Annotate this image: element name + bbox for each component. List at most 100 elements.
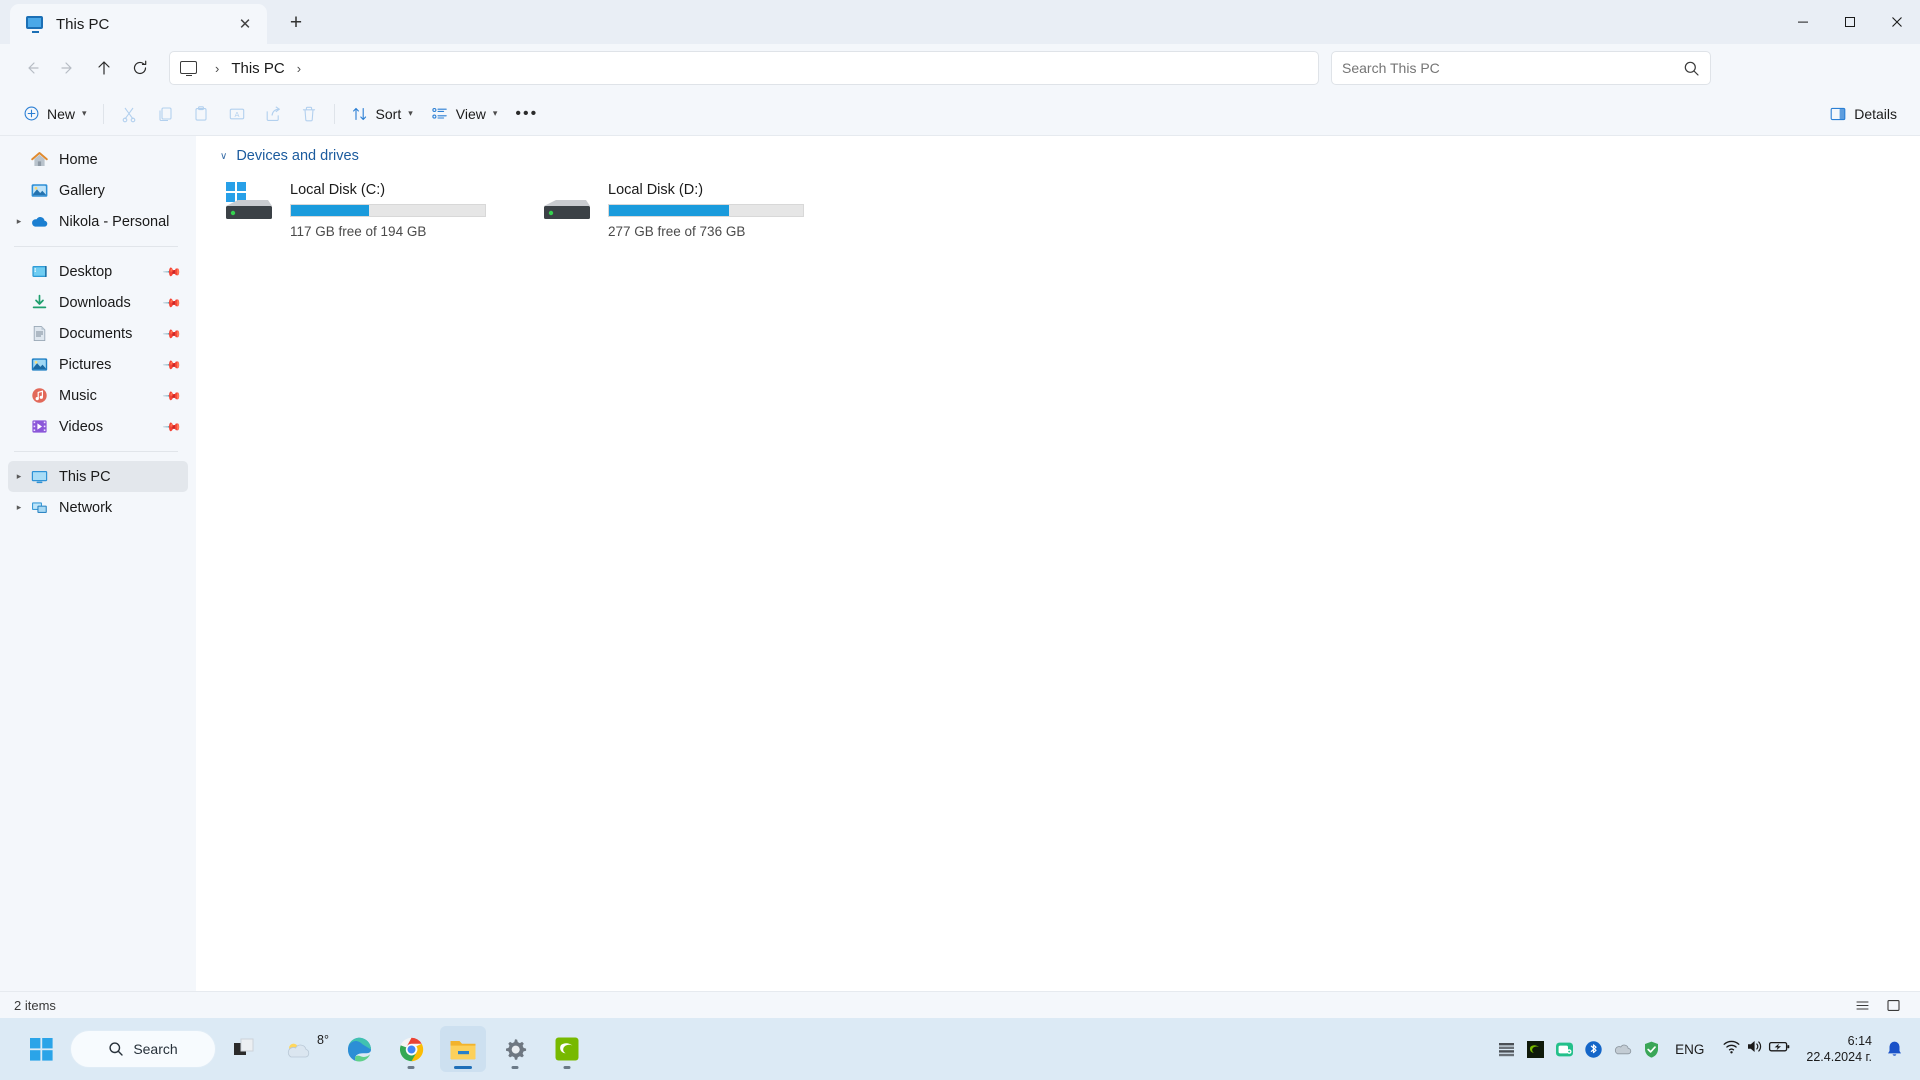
desktop-folder-icon (30, 262, 49, 281)
nvidia-tray-icon[interactable] (1521, 1029, 1550, 1069)
start-button[interactable] (18, 1026, 64, 1072)
weather-widget[interactable]: 8° (274, 1026, 330, 1072)
clock[interactable]: 6:14 22.4.2024 г. (1800, 1033, 1880, 1066)
forward-button[interactable] (50, 51, 86, 85)
pin-icon[interactable]: 📌 (162, 292, 182, 312)
sidebar-item-label: This PC (59, 468, 111, 485)
chevron-down-icon: ▾ (82, 108, 87, 118)
details-pane-button[interactable]: Details (1820, 98, 1906, 130)
delete-button[interactable] (291, 98, 327, 130)
sidebar-item-label: Home (59, 151, 98, 168)
drive-item-c[interactable]: Local Disk (C:) 117 GB free of 194 GB (210, 174, 528, 247)
more-options-button[interactable]: ••• (506, 98, 547, 130)
refresh-button[interactable] (122, 51, 158, 85)
share-button[interactable] (255, 98, 291, 130)
navigation-pane: Home Gallery ▸ Nikola - Personal Desktop… (0, 136, 196, 991)
command-bar-right: Details (1820, 98, 1906, 130)
taskbar-search[interactable]: Search (70, 1030, 216, 1068)
address-bar[interactable]: › This PC › (169, 51, 1319, 85)
sidebar-item-network[interactable]: ▸ Network (8, 492, 188, 523)
sidebar-divider-1 (14, 246, 178, 247)
chevron-down-icon[interactable]: ∨ (220, 151, 227, 162)
pin-icon[interactable]: 📌 (162, 416, 182, 436)
chevron-right-icon-trailing[interactable]: › (285, 61, 313, 76)
task-view-button[interactable] (222, 1026, 268, 1072)
language-indicator[interactable]: ENG (1666, 1042, 1713, 1057)
home-icon (30, 150, 49, 169)
breadcrumb-this-pc-icon (180, 59, 199, 78)
sidebar-item-label: Documents (59, 325, 133, 342)
sidebar-item-label: Desktop (59, 263, 113, 280)
sidebar-item-desktop[interactable]: Desktop 📌 (8, 256, 188, 287)
quick-settings-button[interactable] (1713, 1029, 1800, 1069)
sidebar-item-pictures[interactable]: Pictures 📌 (8, 349, 188, 380)
onedrive-tray-icon[interactable] (1608, 1029, 1637, 1069)
sidebar-item-onedrive[interactable]: ▸ Nikola - Personal (8, 206, 188, 237)
up-button[interactable] (86, 51, 122, 85)
devices-and-drives-group-header[interactable]: ∨ Devices and drives (220, 148, 1920, 164)
paste-button[interactable] (183, 98, 219, 130)
nvidia-app-button[interactable] (544, 1026, 590, 1072)
sidebar-item-music[interactable]: Music 📌 (8, 380, 188, 411)
windows-security-icon[interactable] (1637, 1029, 1666, 1069)
pin-icon[interactable]: 📌 (162, 261, 182, 281)
window-close-button[interactable] (1873, 0, 1920, 44)
bluetooth-icon[interactable] (1579, 1029, 1608, 1069)
view-button[interactable]: View ▾ (422, 98, 507, 130)
drive-usage-fill (291, 205, 369, 216)
cloud-icon (287, 1043, 310, 1058)
search-icon (109, 1042, 124, 1056)
drive-item-d[interactable]: Local Disk (D:) 277 GB free of 736 GB (528, 174, 846, 247)
sidebar-item-videos[interactable]: Videos 📌 (8, 411, 188, 442)
google-chrome-button[interactable] (388, 1026, 434, 1072)
new-button[interactable]: New ▾ (14, 98, 96, 130)
tab-this-pc[interactable]: This PC ✕ (10, 4, 267, 44)
close-icon[interactable]: ✕ (231, 10, 259, 38)
sidebar-item-label: Downloads (59, 294, 131, 311)
group-title: Devices and drives (236, 148, 359, 164)
large-icons-view-toggle[interactable] (1880, 995, 1906, 1016)
sidebar-item-downloads[interactable]: Downloads 📌 (8, 287, 188, 318)
pin-icon[interactable]: 📌 (162, 323, 182, 343)
breadcrumb-current[interactable]: This PC (231, 60, 284, 77)
sidebar-item-label: Pictures (59, 356, 112, 373)
sort-button-label: Sort (375, 105, 402, 122)
content-pane[interactable]: ∨ Devices and drives Local Disk (C:) 117… (196, 136, 1920, 991)
new-tab-button[interactable]: + (279, 6, 313, 40)
screen-capture-icon[interactable] (1550, 1029, 1579, 1069)
divider (102, 103, 104, 124)
chevron-right-icon[interactable]: ▸ (8, 471, 30, 482)
running-indicator (511, 1066, 519, 1069)
chevron-down-icon-view: ▾ (492, 108, 498, 118)
sidebar-item-documents[interactable]: Documents 📌 (8, 318, 188, 349)
notification-bell-icon[interactable] (1880, 1040, 1908, 1058)
hidden-icons-chevron-icon[interactable] (1492, 1029, 1521, 1069)
drive-info: Local Disk (C:) 117 GB free of 194 GB (290, 180, 520, 239)
sidebar-item-home[interactable]: Home (8, 144, 188, 175)
chevron-right-icon[interactable]: ▸ (8, 502, 30, 513)
microsoft-edge-button[interactable] (336, 1026, 382, 1072)
search-input[interactable] (1342, 60, 1683, 76)
minimize-button[interactable] (1779, 0, 1826, 44)
ellipsis-icon: ••• (515, 104, 539, 122)
back-button[interactable] (14, 51, 50, 85)
details-button-label: Details (1854, 105, 1897, 122)
cut-button[interactable] (111, 98, 147, 130)
settings-button[interactable] (492, 1026, 538, 1072)
search-box[interactable] (1331, 51, 1711, 85)
rename-button[interactable]: A (219, 98, 255, 130)
taskbar: Search 8° ENG 6:14 22.4.2024 г. (0, 1018, 1920, 1080)
chevron-right-icon[interactable]: ▸ (8, 216, 30, 227)
sort-button[interactable]: Sort ▾ (342, 98, 422, 130)
pin-icon[interactable]: 📌 (162, 385, 182, 405)
pin-icon[interactable]: 📌 (162, 354, 182, 374)
file-explorer-button[interactable] (440, 1026, 486, 1072)
copy-button[interactable] (147, 98, 183, 130)
active-indicator (454, 1066, 472, 1069)
details-view-toggle[interactable] (1849, 995, 1875, 1016)
maximize-button[interactable] (1826, 0, 1873, 44)
sidebar-item-gallery[interactable]: Gallery (8, 175, 188, 206)
running-indicator (407, 1066, 415, 1069)
sidebar-divider-2 (14, 451, 178, 452)
sidebar-item-this-pc[interactable]: ▸ This PC (8, 461, 188, 492)
